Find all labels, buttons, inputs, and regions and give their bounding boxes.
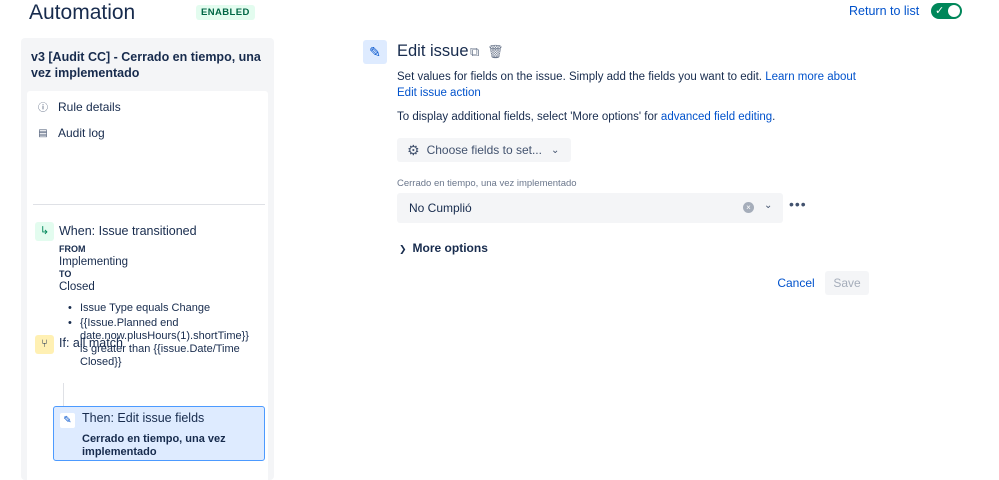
more-actions-icon[interactable]: ••• [789, 196, 807, 212]
copy-icon[interactable]: ⧉ [470, 44, 479, 60]
divider [33, 204, 265, 205]
audit-log-link[interactable]: ▤ Audit log [36, 126, 105, 140]
action-step-card[interactable]: ✎ Then: Edit issue fields Cerrado en tie… [53, 406, 265, 461]
more-options-label: More options [412, 241, 488, 255]
clear-icon[interactable]: × [743, 202, 754, 213]
transition-icon: ↳ [35, 222, 54, 241]
status-badge: ENABLED [196, 5, 255, 20]
to-label: TO [59, 269, 72, 279]
return-to-list-link[interactable]: Return to list [849, 4, 919, 18]
rule-name: v3 [Audit CC] - Cerrado en tiempo, una v… [31, 50, 261, 80]
additional-suffix: . [772, 111, 776, 123]
editor-title: Edit issue [397, 42, 469, 60]
trigger-step-title[interactable]: When: Issue transitioned [59, 224, 197, 238]
to-value: Closed [59, 281, 95, 293]
rule-enabled-toggle[interactable]: ✓ [931, 3, 962, 19]
info-icon: ⓘ [38, 103, 48, 114]
choose-fields-label: Choose fields to set... [426, 143, 542, 157]
advanced-field-editing-link[interactable]: advanced field editing [661, 111, 772, 123]
action-step-subtitle: Cerrado en tiempo, una vez implementado [82, 433, 226, 458]
condition-item: {{Issue.Planned end date.now.plusHours(1… [66, 317, 256, 369]
field-value-select[interactable]: No Cumplió × ⌄ [397, 193, 783, 223]
gear-icon: ⚙ [407, 141, 420, 158]
chevron-right-icon: ❯ [399, 244, 407, 254]
nav-item-label: Rule details [58, 99, 121, 114]
page-title: Automation [29, 1, 136, 24]
additional-fields-note: To display additional fields, select 'Mo… [397, 109, 877, 125]
more-options-toggle[interactable]: ❯ More options [399, 241, 488, 255]
editor-description: Set values for fields on the issue. Simp… [397, 69, 877, 101]
choose-fields-button[interactable]: ⚙ Choose fields to set... ⌄ [397, 138, 571, 162]
selected-value: No Cumplió [409, 201, 472, 215]
pencil-icon: ✎ [363, 40, 387, 64]
pencil-icon: ✎ [60, 413, 75, 428]
document-icon: ▤ [38, 127, 48, 139]
from-value: Implementing [59, 256, 129, 268]
from-label: FROM [59, 244, 86, 254]
condition-item: Issue Type equals Change [66, 302, 256, 315]
toggle-knob [948, 5, 960, 17]
rule-details-link[interactable]: ⓘ Rule details [36, 99, 121, 115]
cancel-button[interactable]: Cancel [770, 271, 822, 295]
chevron-down-icon[interactable]: ⌄ [764, 200, 772, 211]
save-button[interactable]: Save [825, 271, 869, 295]
condition-list: Issue Type equals Change {{Issue.Planned… [66, 302, 256, 371]
chevron-down-icon: ⌄ [550, 144, 560, 156]
trash-icon[interactable]: 🗑 [487, 44, 504, 60]
check-icon: ✓ [935, 5, 945, 17]
nav-item-label: Audit log [58, 126, 105, 140]
field-label: Cerrado en tiempo, una vez implementado [397, 178, 577, 189]
branch-icon: ⑂ [35, 335, 54, 354]
action-step-title: Then: Edit issue fields [82, 411, 205, 425]
additional-text: To display additional fields, select 'Mo… [397, 111, 661, 123]
description-text: Set values for fields on the issue. Simp… [397, 71, 766, 83]
